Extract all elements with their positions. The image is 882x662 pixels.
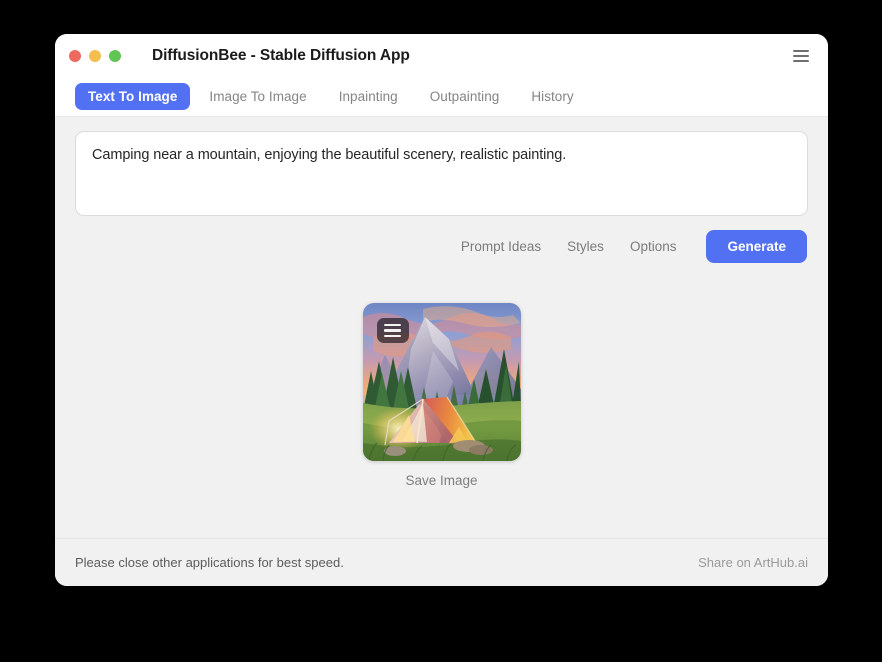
- menu-line-2: [793, 54, 809, 57]
- tab-text-to-image[interactable]: Text To Image: [75, 83, 191, 110]
- prompt-action-row: Prompt Ideas Styles Options Generate: [75, 230, 808, 263]
- footer-note: Please close other applications for best…: [75, 555, 344, 570]
- app-window: DiffusionBee - Stable Diffusion App Text…: [55, 34, 828, 586]
- maximize-window-button[interactable]: [109, 49, 121, 62]
- image-menu-line-1: [384, 323, 401, 327]
- image-menu-line-3: [384, 334, 401, 338]
- styles-button[interactable]: Styles: [567, 239, 604, 254]
- tab-history[interactable]: History: [518, 83, 586, 110]
- result-area: Save Image: [75, 263, 808, 538]
- generate-button[interactable]: Generate: [706, 230, 807, 263]
- tab-inpainting[interactable]: Inpainting: [326, 83, 411, 110]
- minimize-window-button[interactable]: [89, 49, 101, 62]
- window-title: DiffusionBee - Stable Diffusion App: [152, 46, 410, 64]
- main-content: Camping near a mountain, enjoying the be…: [55, 117, 828, 538]
- generated-image-card[interactable]: [362, 303, 521, 461]
- traffic-light-group: [69, 49, 121, 62]
- options-button[interactable]: Options: [630, 239, 677, 254]
- close-window-button[interactable]: [69, 49, 81, 62]
- menu-line-1: [793, 49, 809, 52]
- prompt-ideas-button[interactable]: Prompt Ideas: [461, 239, 541, 254]
- menu-line-3: [793, 59, 809, 62]
- prompt-input[interactable]: Camping near a mountain, enjoying the be…: [75, 131, 808, 216]
- status-footer: Please close other applications for best…: [55, 538, 828, 586]
- hamburger-menu-icon[interactable]: [790, 47, 812, 65]
- image-menu-line-2: [384, 329, 401, 332]
- save-image-button[interactable]: Save Image: [405, 473, 477, 488]
- window-titlebar: DiffusionBee - Stable Diffusion App: [55, 34, 828, 77]
- tab-bar: Text To Image Image To Image Inpainting …: [55, 77, 828, 117]
- tab-image-to-image[interactable]: Image To Image: [196, 83, 319, 110]
- share-on-arthub-link[interactable]: Share on ArtHub.ai: [698, 555, 808, 570]
- prompt-text: Camping near a mountain, enjoying the be…: [92, 147, 567, 163]
- image-options-hamburger-menu-icon[interactable]: [376, 318, 409, 343]
- tab-outpainting[interactable]: Outpainting: [417, 83, 513, 110]
